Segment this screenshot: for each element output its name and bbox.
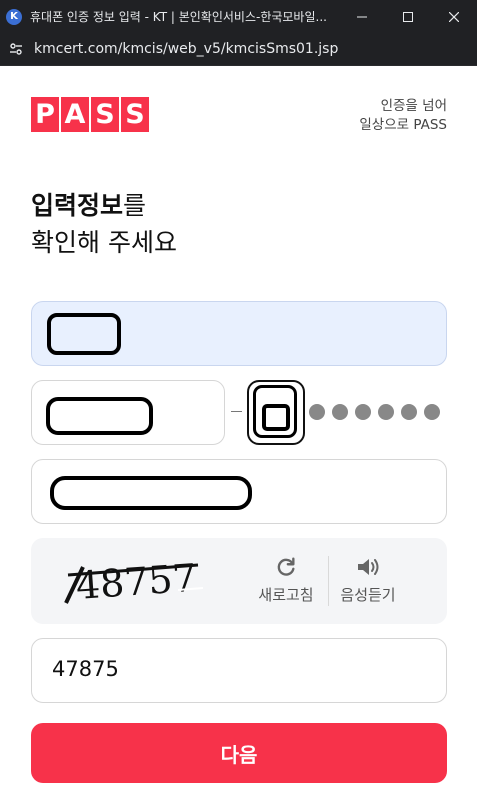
captcha-text: 48757 [74, 556, 198, 608]
refresh-icon [277, 557, 295, 576]
heading-rest: 를 [123, 191, 147, 220]
window-title: 휴대폰 인증 정보 입력 - KT | 본인확인서비스-한국모바일... [30, 10, 327, 24]
minimize-icon[interactable] [339, 0, 385, 33]
masked-dot [401, 404, 417, 420]
masked-dot [332, 404, 348, 420]
logo-letter: A [61, 97, 89, 132]
slogan-line2: 일상으로 PASS [359, 117, 447, 133]
id-separator [231, 411, 242, 412]
logo-letter: S [91, 97, 119, 132]
masked-dot [378, 404, 394, 420]
masked-dot [309, 404, 325, 420]
url-text[interactable]: kmcert.com/kmcis/web_v5/kmcisSms01.jsp [34, 41, 338, 57]
redaction-mark [47, 313, 121, 355]
masked-dot [424, 404, 440, 420]
window-titlebar: K 휴대폰 인증 정보 입력 - KT | 본인확인서비스-한국모바일... [0, 0, 477, 33]
redaction-mark [46, 397, 153, 435]
redaction-mark [262, 404, 290, 431]
captcha-refresh-button[interactable]: 새로고침 [254, 556, 318, 605]
slogan-line1: 인증을 넘어 [380, 98, 447, 114]
audio-label: 음성듣기 [340, 586, 396, 604]
next-button[interactable]: 다음 [31, 723, 447, 783]
site-info-icon[interactable] [6, 39, 26, 59]
heading-line2: 확인해 주세요 [31, 228, 177, 257]
refresh-label: 새로고침 [258, 586, 314, 604]
captcha-image: 48757 [64, 556, 204, 608]
logo-letter: S [121, 97, 149, 132]
pass-logo: P A S S [31, 97, 149, 132]
masked-dot [355, 404, 371, 420]
captcha-divider [328, 556, 329, 606]
redaction-mark [50, 476, 252, 510]
address-bar: kmcert.com/kmcis/web_v5/kmcisSms01.jsp [0, 33, 477, 66]
page-heading: 입력정보를 확인해 주세요 [31, 187, 177, 261]
captcha-audio-button[interactable]: 음성듣기 [336, 556, 400, 605]
captcha-input-value[interactable]: 47875 [52, 657, 119, 681]
masked-digits [309, 404, 440, 420]
site-favicon-icon: K [6, 8, 22, 25]
window-controls [339, 0, 477, 33]
maximize-icon[interactable] [385, 0, 431, 33]
heading-bold: 입력정보 [31, 191, 124, 220]
speaker-icon [358, 559, 379, 575]
logo-letter: P [31, 97, 59, 132]
close-icon[interactable] [431, 0, 477, 33]
slogan: 인증을 넘어 일상으로 PASS [359, 97, 447, 135]
